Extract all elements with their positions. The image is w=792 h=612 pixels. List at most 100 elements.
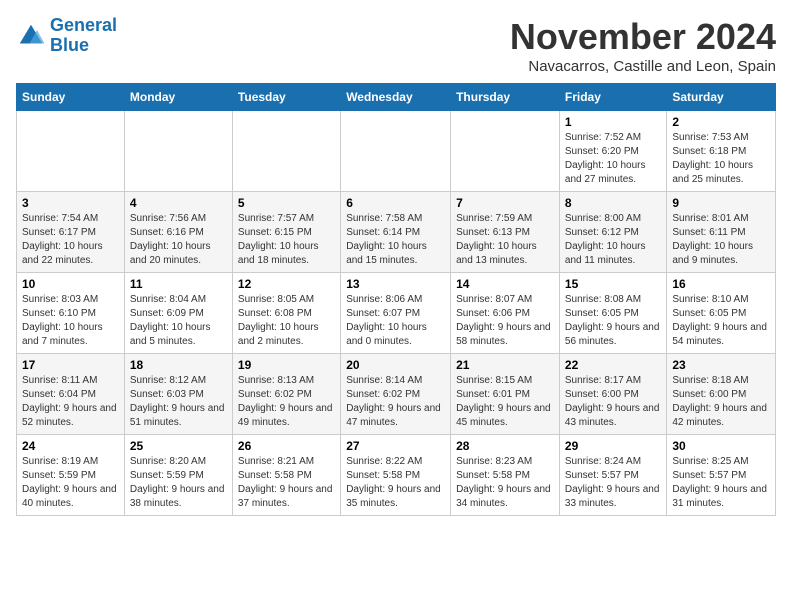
weekday-header-tuesday: Tuesday [232,84,340,111]
week-row-5: 24 Sunrise: 8:19 AMSunset: 5:59 PMDayligh… [17,435,776,516]
day-info: Sunrise: 7:56 AMSunset: 6:16 PMDaylight:… [130,212,227,268]
day-cell: 16 Sunrise: 8:10 AMSunset: 6:05 PMDayligh… [667,273,776,354]
day-info: Sunrise: 8:01 AMSunset: 6:11 PMDaylight:… [672,212,770,268]
day-number: 6 [346,196,445,210]
day-number: 17 [22,358,119,372]
day-number: 10 [22,277,119,291]
day-cell [232,111,340,192]
day-info: Sunrise: 8:03 AMSunset: 6:10 PMDaylight:… [22,293,119,349]
day-number: 16 [672,277,770,291]
day-cell: 17 Sunrise: 8:11 AMSunset: 6:04 PMDayligh… [17,354,125,435]
day-number: 21 [456,358,554,372]
day-number: 4 [130,196,227,210]
day-cell [451,111,560,192]
day-number: 3 [22,196,119,210]
day-cell: 28 Sunrise: 8:23 AMSunset: 5:58 PMDayligh… [451,435,560,516]
day-number: 26 [238,439,335,453]
day-info: Sunrise: 8:05 AMSunset: 6:08 PMDaylight:… [238,293,335,349]
day-number: 19 [238,358,335,372]
day-info: Sunrise: 8:14 AMSunset: 6:02 PMDaylight:… [346,374,445,430]
weekday-header-saturday: Saturday [667,84,776,111]
day-cell: 11 Sunrise: 8:04 AMSunset: 6:09 PMDayligh… [124,273,232,354]
day-info: Sunrise: 8:25 AMSunset: 5:57 PMDaylight:… [672,455,770,511]
day-number: 14 [456,277,554,291]
day-info: Sunrise: 8:23 AMSunset: 5:58 PMDaylight:… [456,455,554,511]
day-info: Sunrise: 8:06 AMSunset: 6:07 PMDaylight:… [346,293,445,349]
day-cell: 3 Sunrise: 7:54 AMSunset: 6:17 PMDaylight… [17,192,125,273]
day-cell: 29 Sunrise: 8:24 AMSunset: 5:57 PMDayligh… [559,435,666,516]
day-cell [124,111,232,192]
week-row-1: 1Sunrise: 7:52 AMSunset: 6:20 PMDaylight… [17,111,776,192]
day-cell: 6 Sunrise: 7:58 AMSunset: 6:14 PMDaylight… [341,192,451,273]
day-number: 29 [565,439,661,453]
day-number: 7 [456,196,554,210]
day-info: Sunrise: 7:52 AMSunset: 6:20 PMDaylight:… [565,131,661,187]
weekday-header-wednesday: Wednesday [341,84,451,111]
day-cell [17,111,125,192]
day-info: Sunrise: 8:21 AMSunset: 5:58 PMDaylight:… [238,455,335,511]
logo-line1: General [50,15,117,35]
day-info: Sunrise: 8:19 AMSunset: 5:59 PMDaylight:… [22,455,119,511]
weekday-header-thursday: Thursday [451,84,560,111]
day-info: Sunrise: 7:53 AMSunset: 6:18 PMDaylight:… [672,131,770,187]
day-info: Sunrise: 8:18 AMSunset: 6:00 PMDaylight:… [672,374,770,430]
logo-line2: Blue [50,35,89,55]
logo-text: General Blue [50,16,117,56]
day-number: 25 [130,439,227,453]
day-cell: 14 Sunrise: 8:07 AMSunset: 6:06 PMDayligh… [451,273,560,354]
day-info: Sunrise: 8:11 AMSunset: 6:04 PMDaylight:… [22,374,119,430]
day-number: 5 [238,196,335,210]
day-number: 18 [130,358,227,372]
day-number: 13 [346,277,445,291]
week-row-4: 17 Sunrise: 8:11 AMSunset: 6:04 PMDayligh… [17,354,776,435]
day-info: Sunrise: 7:57 AMSunset: 6:15 PMDaylight:… [238,212,335,268]
day-number: 9 [672,196,770,210]
day-cell: 7 Sunrise: 7:59 AMSunset: 6:13 PMDaylight… [451,192,560,273]
day-info: Sunrise: 8:12 AMSunset: 6:03 PMDaylight:… [130,374,227,430]
day-cell: 27Sunrise: 8:22 AMSunset: 5:58 PMDayligh… [341,435,451,516]
weekday-header-row: SundayMondayTuesdayWednesdayThursdayFrid… [17,84,776,111]
day-cell: 4 Sunrise: 7:56 AMSunset: 6:16 PMDaylight… [124,192,232,273]
day-number: 20 [346,358,445,372]
day-info: Sunrise: 7:58 AMSunset: 6:14 PMDaylight:… [346,212,445,268]
day-info: Sunrise: 8:20 AMSunset: 5:59 PMDaylight:… [130,455,227,511]
day-cell: 25 Sunrise: 8:20 AMSunset: 5:59 PMDayligh… [124,435,232,516]
day-cell: 23 Sunrise: 8:18 AMSunset: 6:00 PMDayligh… [667,354,776,435]
title-block: November 2024 Navacarros, Castille and L… [510,16,776,75]
day-number: 23 [672,358,770,372]
day-info: Sunrise: 8:08 AMSunset: 6:05 PMDaylight:… [565,293,661,349]
day-cell [341,111,451,192]
day-info: Sunrise: 8:07 AMSunset: 6:06 PMDaylight:… [456,293,554,349]
day-number: 28 [456,439,554,453]
day-info: Sunrise: 7:59 AMSunset: 6:13 PMDaylight:… [456,212,554,268]
day-cell: 24 Sunrise: 8:19 AMSunset: 5:59 PMDayligh… [17,435,125,516]
logo: General Blue [16,16,117,56]
month-title: November 2024 [510,16,776,58]
location-title: Navacarros, Castille and Leon, Spain [510,58,776,75]
day-number: 15 [565,277,661,291]
weekday-header-monday: Monday [124,84,232,111]
day-cell: 26 Sunrise: 8:21 AMSunset: 5:58 PMDayligh… [232,435,340,516]
day-cell: 9 Sunrise: 8:01 AMSunset: 6:11 PMDaylight… [667,192,776,273]
day-cell: 5 Sunrise: 7:57 AMSunset: 6:15 PMDaylight… [232,192,340,273]
day-cell: 19 Sunrise: 8:13 AMSunset: 6:02 PMDayligh… [232,354,340,435]
day-number: 11 [130,277,227,291]
header: General Blue November 2024 Navacarros, C… [16,16,776,75]
day-number: 24 [22,439,119,453]
day-info: Sunrise: 8:00 AMSunset: 6:12 PMDaylight:… [565,212,661,268]
day-cell: 22Sunrise: 8:17 AMSunset: 6:00 PMDayligh… [559,354,666,435]
day-info: Sunrise: 7:54 AMSunset: 6:17 PMDaylight:… [22,212,119,268]
day-info: Sunrise: 8:24 AMSunset: 5:57 PMDaylight:… [565,455,661,511]
week-row-3: 10 Sunrise: 8:03 AMSunset: 6:10 PMDayligh… [17,273,776,354]
day-cell: 8Sunrise: 8:00 AMSunset: 6:12 PMDaylight… [559,192,666,273]
day-cell: 20 Sunrise: 8:14 AMSunset: 6:02 PMDayligh… [341,354,451,435]
day-info: Sunrise: 8:15 AMSunset: 6:01 PMDaylight:… [456,374,554,430]
day-info: Sunrise: 8:10 AMSunset: 6:05 PMDaylight:… [672,293,770,349]
day-cell: 30 Sunrise: 8:25 AMSunset: 5:57 PMDayligh… [667,435,776,516]
day-number: 30 [672,439,770,453]
day-info: Sunrise: 8:04 AMSunset: 6:09 PMDaylight:… [130,293,227,349]
day-number: 22 [565,358,661,372]
day-cell: 10 Sunrise: 8:03 AMSunset: 6:10 PMDayligh… [17,273,125,354]
day-info: Sunrise: 8:13 AMSunset: 6:02 PMDaylight:… [238,374,335,430]
day-cell: 18 Sunrise: 8:12 AMSunset: 6:03 PMDayligh… [124,354,232,435]
